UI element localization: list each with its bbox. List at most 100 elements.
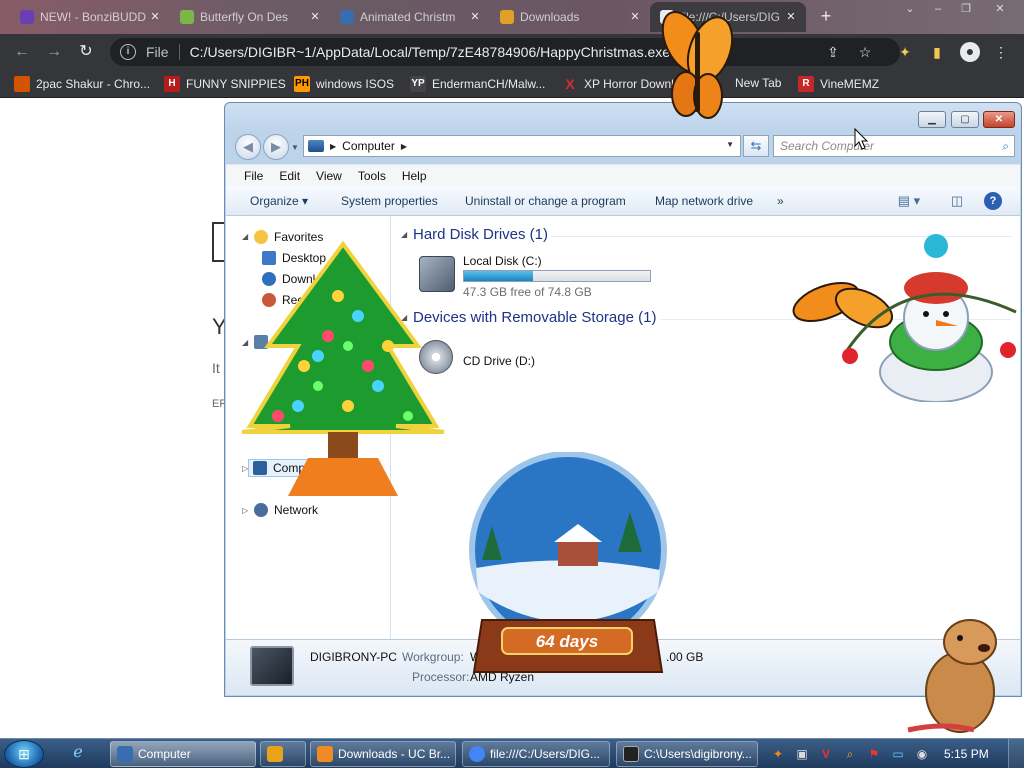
bookmark-windows-isos[interactable]: PH windows ISOS bbox=[294, 76, 394, 92]
tab-search-chevron-icon[interactable]: ⌄ bbox=[900, 2, 920, 16]
monitor-tray-icon[interactable]: ▭ bbox=[890, 746, 906, 762]
menu-file[interactable]: File bbox=[236, 165, 271, 186]
menu-edit[interactable]: Edit bbox=[271, 165, 308, 186]
close-tab-icon[interactable]: ✕ bbox=[784, 10, 798, 24]
map-network-drive-button[interactable]: Map network drive bbox=[655, 194, 753, 208]
group-divider bbox=[661, 319, 1011, 320]
clock[interactable]: 5:15 PM bbox=[944, 747, 989, 761]
tab-file-active[interactable]: file:///C:/Users/DIG ✕ bbox=[650, 2, 806, 32]
taskbar-computer[interactable]: Computer bbox=[110, 741, 256, 767]
show-desktop-button[interactable] bbox=[1008, 739, 1024, 768]
breadcrumb-arrow-icon[interactable]: ▶ bbox=[330, 142, 336, 151]
tab-downloads[interactable]: Downloads ✕ bbox=[490, 2, 650, 32]
tab-animated-christmas[interactable]: Animated Christm ✕ bbox=[330, 2, 490, 32]
nav-label: Recen bbox=[282, 293, 317, 307]
group-header-removable[interactable]: Devices with Removable Storage (1) bbox=[413, 309, 656, 326]
local-disk-name[interactable]: Local Disk (C:) bbox=[463, 254, 542, 268]
group-collapse-icon[interactable]: ◢ bbox=[401, 230, 407, 239]
group-collapse-icon[interactable]: ◢ bbox=[401, 313, 407, 322]
close-button[interactable]: ✕ bbox=[983, 111, 1015, 128]
close-tab-icon[interactable]: ✕ bbox=[628, 10, 642, 24]
cd-drive-name[interactable]: CD Drive (D:) bbox=[463, 354, 535, 368]
bookmark-label: New Tab bbox=[735, 76, 782, 90]
change-view-icon[interactable]: ▤ ▾ bbox=[894, 192, 924, 210]
profile-avatar-icon[interactable]: ● bbox=[960, 42, 980, 62]
forward-arrow-icon[interactable]: → bbox=[44, 42, 64, 62]
bookmark-funny-snippies[interactable]: H FUNNY SNIPPIES bbox=[164, 76, 286, 92]
share-icon[interactable]: ⇪ bbox=[824, 43, 842, 61]
taskbar-chrome[interactable]: file:///C:/Users/DIG... bbox=[462, 741, 610, 767]
v-tray-icon[interactable]: V bbox=[818, 746, 834, 762]
reload-icon[interactable]: ↻ bbox=[76, 42, 96, 62]
volume-tray-icon[interactable]: ◉ bbox=[914, 746, 930, 762]
breadcrumb-computer[interactable]: Computer bbox=[342, 139, 395, 153]
close-tab-icon[interactable]: ✕ bbox=[308, 10, 322, 24]
ie-pinned-icon[interactable]: ℯ bbox=[70, 745, 86, 761]
nav-libraries[interactable]: Lib bbox=[254, 335, 290, 349]
maximize-button[interactable]: ▢ bbox=[951, 111, 979, 128]
uninstall-program-button[interactable]: Uninstall or change a program bbox=[465, 194, 626, 208]
flag-tray-icon[interactable]: ⚑ bbox=[866, 746, 882, 762]
taskbar-uc-browser[interactable]: Downloads - UC Br... bbox=[310, 741, 456, 767]
more-commands-button[interactable]: » bbox=[777, 194, 784, 208]
bookmark-vinememz[interactable]: R VineMEMZ bbox=[798, 76, 879, 92]
restore-icon[interactable]: ❐ bbox=[956, 2, 976, 16]
forward-button[interactable]: ▶ bbox=[263, 134, 289, 160]
breadcrumb-arrow-icon[interactable]: ▶ bbox=[401, 142, 407, 151]
close-tab-icon[interactable]: ✕ bbox=[468, 10, 482, 24]
collapse-triangle-icon[interactable]: ◢ bbox=[242, 338, 248, 347]
back-button[interactable]: ◀ bbox=[235, 134, 261, 160]
tab-bonzibuddy[interactable]: NEW! - BonziBUDD ✕ bbox=[10, 2, 170, 32]
close-window-icon[interactable]: ✕ bbox=[990, 2, 1010, 16]
collapse-triangle-icon[interactable]: ◢ bbox=[242, 232, 248, 241]
group-header-hdd[interactable]: Hard Disk Drives (1) bbox=[413, 226, 548, 243]
butterfly-tray-icon[interactable]: ✦ bbox=[770, 746, 786, 762]
nav-recent[interactable]: Recen bbox=[262, 293, 317, 307]
nav-computer-selected[interactable]: Computer bbox=[248, 459, 331, 477]
refresh-button[interactable]: ⇆ bbox=[743, 135, 769, 157]
content-pane: ◢ Hard Disk Drives (1) Local Disk (C:) 4… bbox=[391, 216, 1020, 639]
preview-pane-icon[interactable]: ◫ bbox=[948, 192, 966, 210]
info-icon[interactable]: i bbox=[120, 44, 136, 60]
taskbar-cmd[interactable]: C:\Users\digibrony... bbox=[616, 741, 758, 767]
close-tab-icon[interactable]: ✕ bbox=[148, 10, 162, 24]
side-panel-icon[interactable]: ▮ bbox=[928, 43, 946, 61]
address-dropdown-icon[interactable]: ▼ bbox=[726, 140, 734, 149]
help-icon[interactable]: ? bbox=[984, 192, 1002, 210]
menu-kebab-icon[interactable]: ⋮ bbox=[992, 43, 1010, 61]
bookmark-new-tab[interactable]: New Tab bbox=[735, 76, 781, 90]
system-properties-button[interactable]: System properties bbox=[341, 194, 438, 208]
nav-downloads[interactable]: Downlo bbox=[262, 272, 322, 286]
bookmark-xp-horror[interactable]: X XP Horror Downlo... bbox=[562, 76, 690, 92]
ph-favicon-icon: PH bbox=[294, 76, 310, 92]
minimize-button[interactable]: ▁ bbox=[918, 111, 946, 128]
minimize-icon[interactable]: – bbox=[928, 2, 948, 16]
tab-butterfly[interactable]: Butterfly On Des ✕ bbox=[170, 2, 330, 32]
search-input[interactable]: Search Computer ⌕ bbox=[773, 135, 1015, 157]
menu-help[interactable]: Help bbox=[394, 165, 435, 186]
expand-triangle-icon[interactable]: ▷ bbox=[242, 506, 248, 515]
hard-drive-icon[interactable] bbox=[419, 256, 455, 292]
nav-desktop[interactable]: Desktop bbox=[262, 251, 326, 265]
cd-drive-icon[interactable] bbox=[419, 340, 453, 374]
nav-network[interactable]: Network bbox=[254, 503, 318, 517]
bookmark-endermanch[interactable]: YP EndermanCH/Malw... bbox=[410, 76, 545, 92]
new-tab-button[interactable]: + bbox=[816, 6, 836, 26]
back-arrow-icon[interactable]: ← bbox=[12, 42, 32, 62]
search-icon[interactable]: ⌕ bbox=[1002, 136, 1009, 156]
start-button[interactable]: ⊞ bbox=[4, 740, 44, 768]
search-tray-icon[interactable]: ⌕ bbox=[842, 746, 858, 762]
nav-favorites[interactable]: Favorites bbox=[254, 230, 323, 244]
recent-pages-chevron-icon[interactable]: ▼ bbox=[291, 143, 299, 152]
address-breadcrumb[interactable]: ▶ Computer ▶ ▼ bbox=[303, 135, 741, 157]
taskbar-media[interactable] bbox=[260, 741, 306, 767]
app-tray-icon[interactable]: ▣ bbox=[794, 746, 810, 762]
bookmark-2pac[interactable]: 2pac Shakur - Chro... bbox=[14, 76, 150, 92]
organize-button[interactable]: Organize ▾ bbox=[250, 194, 308, 208]
bookmark-star-icon[interactable]: ☆ bbox=[856, 43, 874, 61]
address-bar[interactable]: i File C:/Users/DIGIBR~1/AppData/Local/T… bbox=[110, 38, 900, 66]
menu-tools[interactable]: Tools bbox=[350, 165, 394, 186]
menu-view[interactable]: View bbox=[308, 165, 350, 186]
extensions-puzzle-icon[interactable]: ✦ bbox=[896, 43, 914, 61]
url-text[interactable]: C:/Users/DIGIBR~1/AppData/Local/Temp/7zE… bbox=[190, 44, 671, 60]
